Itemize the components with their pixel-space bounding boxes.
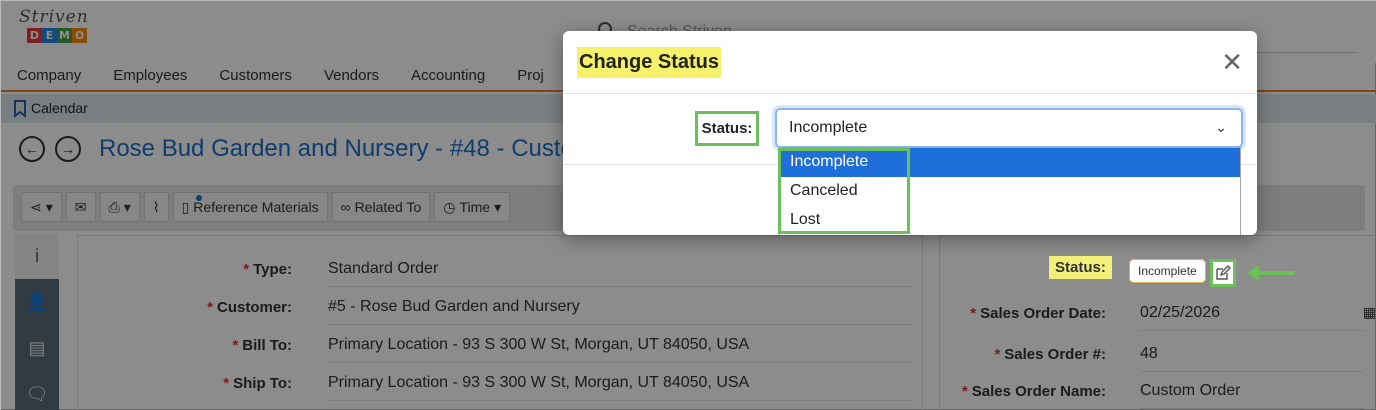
- status-option-lost[interactable]: Lost: [780, 206, 1240, 235]
- status-badge: Incomplete: [1129, 259, 1206, 283]
- edit-status-button[interactable]: [1210, 259, 1236, 287]
- close-icon: ✕: [1221, 47, 1243, 77]
- status-select[interactable]: Incomplete ⌄: [775, 108, 1243, 148]
- status-option-canceled[interactable]: Canceled: [780, 177, 1240, 206]
- status-options-list: Incomplete Canceled Lost: [779, 147, 1241, 235]
- status-label: Status:: [1049, 256, 1112, 279]
- edit-icon: [1216, 265, 1231, 280]
- dialog-header: Change Status ✕: [563, 31, 1257, 94]
- dialog-title: Change Status: [577, 47, 722, 78]
- chevron-down-icon: ⌄: [1215, 119, 1227, 135]
- status-option-incomplete[interactable]: Incomplete: [780, 148, 1240, 177]
- dialog-status-label: Status:: [695, 111, 759, 146]
- status-badge-wrap: Incomplete: [1129, 259, 1206, 283]
- annotation-arrow-icon: [1247, 265, 1295, 281]
- status-row: Status:: [1049, 256, 1112, 279]
- close-button[interactable]: ✕: [1221, 49, 1243, 75]
- status-select-value: Incomplete: [789, 119, 868, 136]
